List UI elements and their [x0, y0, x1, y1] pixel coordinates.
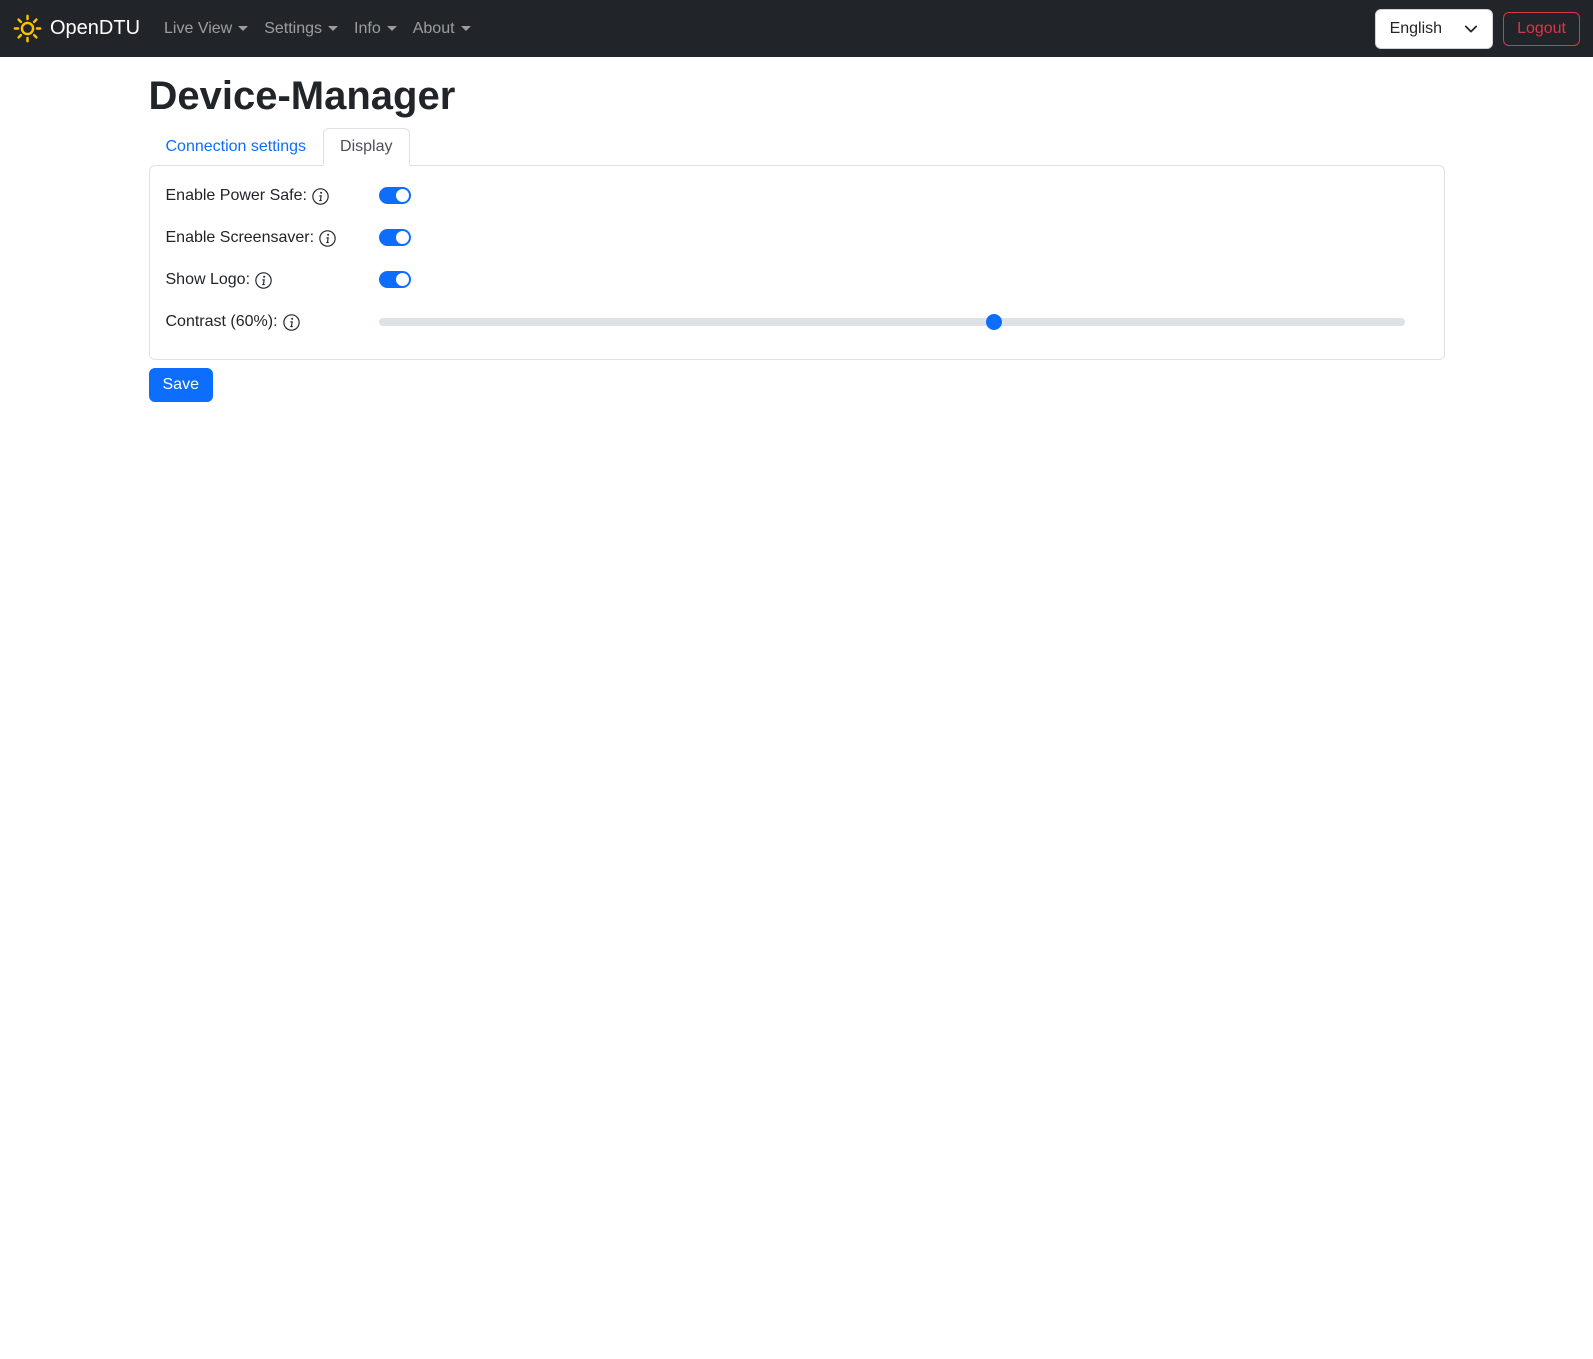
- field-label: Enable Power Safe:: [165, 186, 307, 204]
- contrast-slider[interactable]: [378, 313, 1405, 330]
- language-selected-label: English: [1389, 19, 1443, 37]
- nav-item-settings[interactable]: Settings: [264, 12, 339, 46]
- form-row: Contrast (60%):: [166, 309, 1428, 334]
- chevron-down-icon: [328, 26, 339, 31]
- info-icon[interactable]: [319, 229, 336, 247]
- toggle-switch[interactable]: [378, 187, 411, 204]
- form-row: Enable Screensaver:: [166, 225, 1428, 250]
- settings-card: Enable Power Safe: Enable Screensaver: S…: [148, 165, 1445, 360]
- chevron-down-icon: [386, 26, 397, 31]
- field-label: Enable Screensaver:: [165, 228, 315, 246]
- page-title: Device-Manager: [148, 74, 456, 118]
- info-icon[interactable]: [255, 271, 272, 289]
- chevron-down-icon: [460, 26, 471, 31]
- toggle-switch[interactable]: [378, 229, 411, 246]
- brand-label: OpenDTU: [50, 17, 141, 39]
- logout-button[interactable]: Logout: [1503, 11, 1580, 46]
- nav-item-live-view[interactable]: Live View: [164, 12, 249, 46]
- info-icon[interactable]: [282, 313, 300, 331]
- navbar-right: English Logout: [1374, 8, 1580, 49]
- main-container: Device-Manager Connection settings Displ…: [137, 74, 1457, 402]
- field-label: Contrast (60%):: [165, 312, 278, 330]
- navbar-left: OpenDTU Live View Settings Info About: [13, 12, 479, 46]
- field-label: Show Logo:: [165, 270, 251, 288]
- form-row: Enable Power Safe:: [166, 183, 1428, 208]
- chevron-down-icon: [238, 26, 249, 31]
- nav-links: Live View Settings Info About: [156, 12, 479, 46]
- tab-bar: Connection settings Display: [149, 128, 1445, 166]
- tab-display[interactable]: Display: [323, 128, 410, 166]
- navbar: OpenDTU Live View Settings Info About En…: [0, 0, 1593, 57]
- language-select[interactable]: English: [1374, 8, 1494, 49]
- save-button[interactable]: Save: [148, 368, 213, 402]
- nav-item-info[interactable]: Info: [354, 12, 397, 46]
- info-icon[interactable]: [312, 187, 329, 205]
- nav-item-about[interactable]: About: [413, 12, 471, 46]
- brand-link[interactable]: OpenDTU: [13, 14, 140, 43]
- form-row: Show Logo:: [166, 267, 1428, 292]
- tab-connection-settings[interactable]: Connection settings: [149, 128, 324, 166]
- sun-icon: [13, 14, 42, 43]
- slider-thumb[interactable]: [986, 313, 1003, 330]
- toggle-switch[interactable]: [378, 271, 411, 288]
- chevron-down-icon: [1464, 25, 1478, 32]
